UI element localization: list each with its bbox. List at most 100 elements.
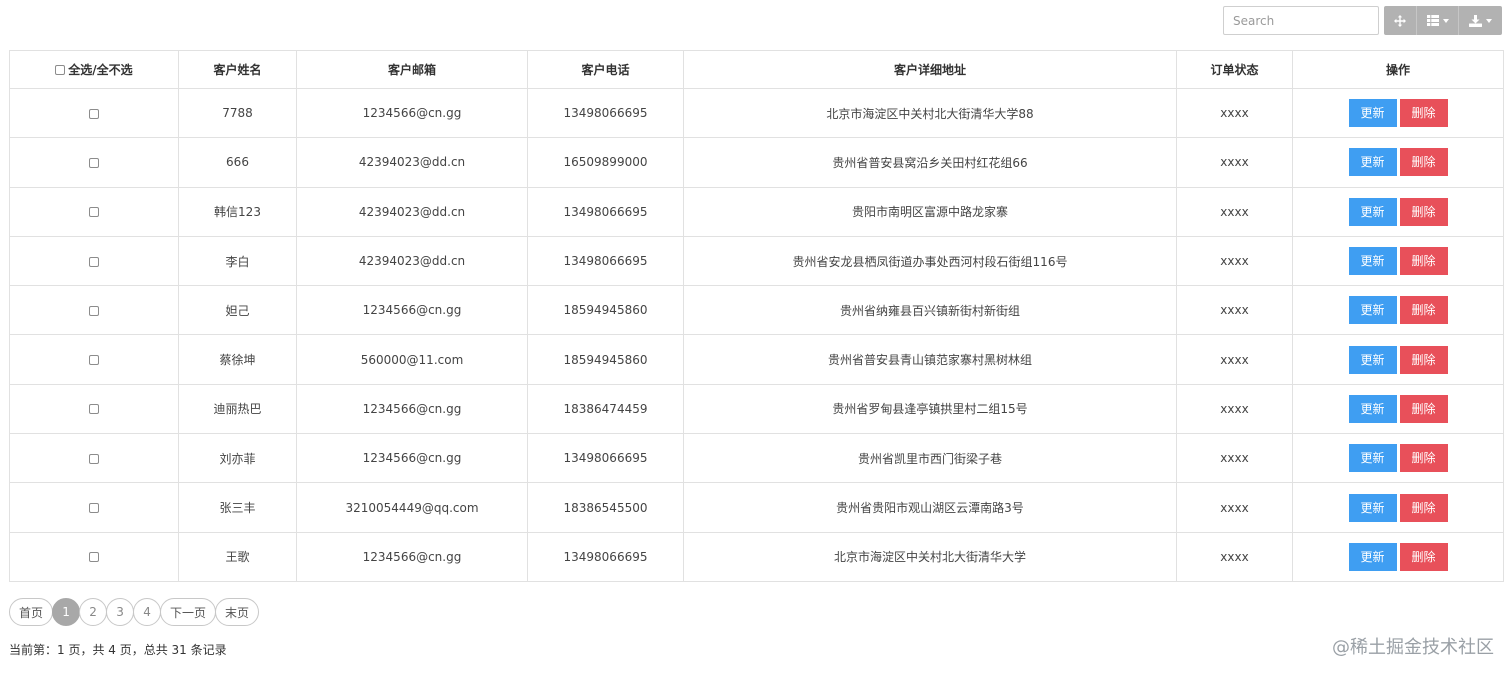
customer-email: 1234566@cn.gg (296, 285, 528, 336)
customer-name: 韩信123 (178, 186, 297, 237)
page-button-4[interactable]: 4 (133, 598, 162, 626)
delete-button[interactable]: 删除 (1399, 247, 1448, 276)
row-actions: 更新 删除 (1292, 235, 1504, 287)
customer-email: 1234566@cn.gg (296, 531, 528, 582)
update-button[interactable]: 更新 (1348, 148, 1397, 177)
columns-grid-icon (1426, 15, 1439, 26)
row-checkbox[interactable] (89, 305, 99, 316)
order-status: xxxx (1176, 433, 1293, 484)
order-status: xxxx (1176, 383, 1293, 435)
row-actions: 更新 删除 (1292, 87, 1504, 139)
delete-button[interactable]: 删除 (1399, 444, 1448, 473)
search-input[interactable] (1223, 6, 1379, 35)
customer-phone: 13498066695 (527, 186, 684, 237)
customer-address: 北京市海淀区中关村北大街清华大学88 (683, 87, 1177, 139)
customer-phone: 13498066695 (527, 87, 684, 139)
customer-name: 妲己 (178, 285, 297, 336)
page-button-1[interactable]: 1 (52, 598, 81, 626)
customer-address: 贵州省普安县青山镇范家寨村黑树林组 (683, 334, 1177, 385)
row-actions: 更新 删除 (1292, 334, 1504, 385)
next-page-button[interactable]: 下一页 (160, 598, 217, 626)
customer-name: 迪丽热巴 (178, 383, 297, 435)
row-checkbox[interactable] (89, 404, 99, 415)
table-header-row: 全选/全不选 客户姓名 客户邮箱 客户电话 客户详细地址 订单状态 操作 (9, 50, 1504, 89)
update-button[interactable]: 更新 (1348, 247, 1397, 276)
table-toolbar (1223, 6, 1502, 35)
delete-button[interactable]: 删除 (1399, 493, 1448, 522)
delete-button[interactable]: 删除 (1399, 345, 1448, 374)
watermark: @稀土掘金技术社区 (1332, 637, 1494, 658)
order-status: xxxx (1176, 186, 1293, 237)
row-checkbox[interactable] (89, 207, 99, 218)
customer-email: 3210054449@qq.com (296, 482, 528, 533)
table-row: 妲己 1234566@cn.gg 18594945860 贵州省纳雍县百兴镇新街… (9, 285, 1504, 336)
select-all-header: 全选/全不选 (9, 50, 179, 89)
customer-email: 1234566@cn.gg (296, 433, 528, 484)
row-select-cell (9, 383, 179, 435)
delete-button[interactable]: 删除 (1399, 296, 1448, 325)
table-row: 王歌 1234566@cn.gg 13498066695 北京市海淀区中关村北大… (9, 531, 1504, 582)
move-arrows-icon (1394, 14, 1406, 27)
customer-phone: 18594945860 (527, 285, 684, 336)
customer-phone: 18386474459 (527, 383, 684, 435)
customer-name: 李白 (178, 235, 297, 287)
delete-button[interactable]: 删除 (1399, 99, 1448, 128)
row-select-cell (9, 137, 179, 188)
table-row: 蔡徐坤 560000@11.com 18594945860 贵州省普安县青山镇范… (9, 334, 1504, 385)
row-checkbox[interactable] (89, 503, 99, 514)
update-button[interactable]: 更新 (1348, 394, 1397, 423)
row-checkbox[interactable] (89, 256, 99, 267)
row-checkbox[interactable] (89, 108, 99, 119)
row-checkbox[interactable] (89, 355, 99, 366)
row-select-cell (9, 87, 179, 139)
customer-email: 42394023@dd.cn (296, 137, 528, 188)
customer-email: 560000@11.com (296, 334, 528, 385)
row-actions: 更新 删除 (1292, 482, 1504, 533)
customer-email: 1234566@cn.gg (296, 87, 528, 139)
customer-phone: 13498066695 (527, 235, 684, 287)
update-button[interactable]: 更新 (1348, 296, 1397, 325)
column-header-actions: 操作 (1292, 50, 1504, 89)
page-button-3[interactable]: 3 (106, 598, 135, 626)
row-checkbox[interactable] (89, 453, 99, 464)
update-button[interactable]: 更新 (1348, 345, 1397, 374)
columns-toggle-button[interactable] (1416, 6, 1458, 35)
update-button[interactable]: 更新 (1348, 444, 1397, 473)
update-button[interactable]: 更新 (1348, 493, 1397, 522)
customer-phone: 18386545500 (527, 482, 684, 533)
customer-name: 666 (178, 137, 297, 188)
row-checkbox[interactable] (89, 157, 99, 168)
customer-address: 贵州省纳雍县百兴镇新街村新街组 (683, 285, 1177, 336)
row-checkbox[interactable] (89, 552, 99, 563)
first-page-button[interactable]: 首页 (9, 598, 54, 626)
row-actions: 更新 删除 (1292, 433, 1504, 484)
delete-button[interactable]: 删除 (1399, 542, 1448, 571)
column-header-phone: 客户电话 (527, 50, 684, 89)
update-button[interactable]: 更新 (1348, 542, 1397, 571)
delete-button[interactable]: 删除 (1399, 197, 1448, 226)
customer-phone: 18594945860 (527, 334, 684, 385)
row-select-cell (9, 433, 179, 484)
update-button[interactable]: 更新 (1348, 99, 1397, 128)
export-button[interactable] (1458, 6, 1502, 35)
customer-name: 张三丰 (178, 482, 297, 533)
customer-email: 42394023@dd.cn (296, 235, 528, 287)
customer-phone: 13498066695 (527, 531, 684, 582)
customer-phone: 16509899000 (527, 137, 684, 188)
chevron-down-icon (1442, 18, 1449, 23)
update-button[interactable]: 更新 (1348, 197, 1397, 226)
select-all-checkbox[interactable] (55, 65, 66, 75)
column-header-name: 客户姓名 (178, 50, 297, 89)
order-status: xxxx (1176, 235, 1293, 287)
move-button[interactable] (1384, 6, 1416, 35)
table-row: 张三丰 3210054449@qq.com 18386545500 贵州省贵阳市… (9, 482, 1504, 533)
toolbar-button-group (1384, 6, 1502, 35)
table-row: 李白 42394023@dd.cn 13498066695 贵州省安龙县栖凤街道… (9, 235, 1504, 287)
last-page-button[interactable]: 末页 (215, 598, 260, 626)
download-icon (1469, 14, 1482, 27)
page-button-2[interactable]: 2 (79, 598, 108, 626)
delete-button[interactable]: 删除 (1399, 394, 1448, 423)
customer-phone: 13498066695 (527, 433, 684, 484)
customer-name: 刘亦菲 (178, 433, 297, 484)
delete-button[interactable]: 删除 (1399, 148, 1448, 177)
